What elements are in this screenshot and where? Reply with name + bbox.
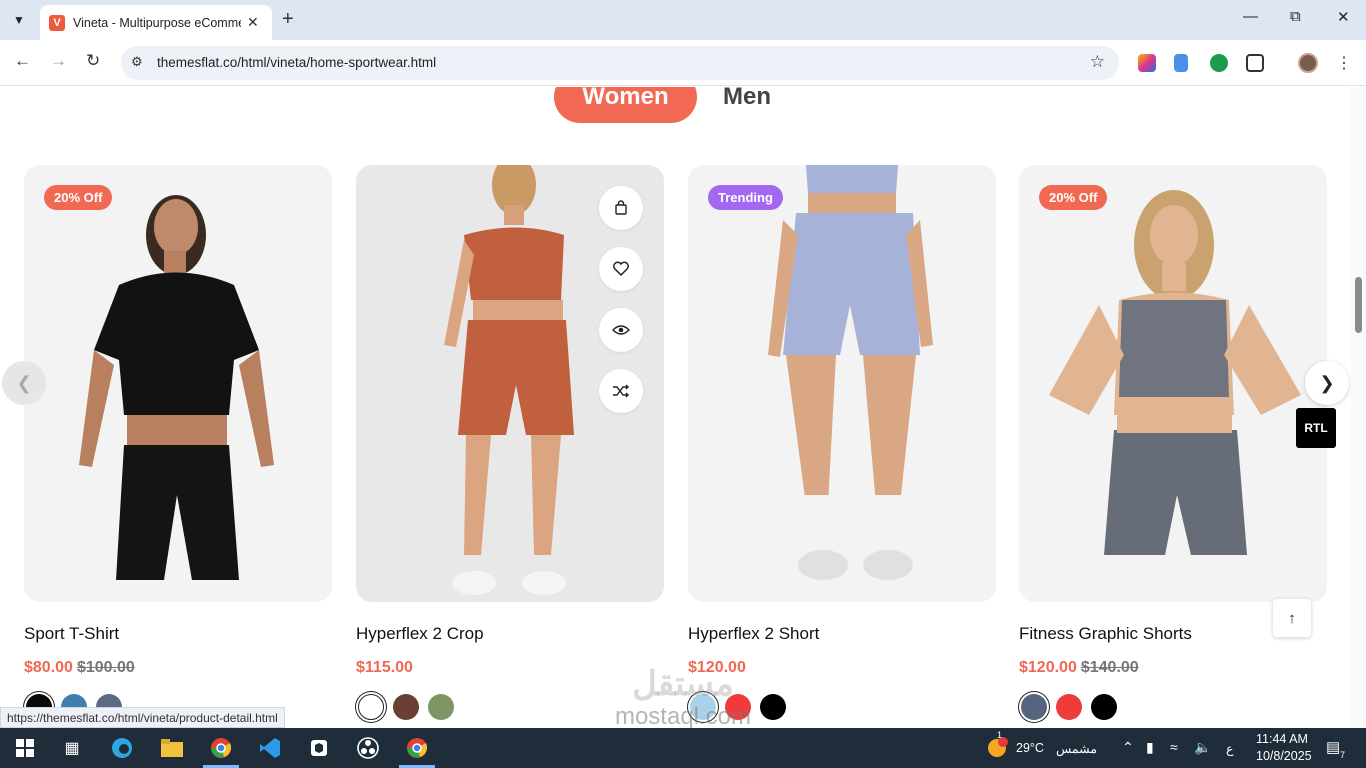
task-view-icon[interactable]: ▦	[60, 736, 84, 760]
edge-browser-icon[interactable]	[110, 736, 134, 760]
notification-count: 7	[1340, 750, 1346, 760]
site-settings-icon[interactable]: ⚙	[131, 54, 143, 70]
watermark-arabic: مستقل	[632, 665, 734, 703]
color-swatches	[1021, 694, 1126, 720]
product-name[interactable]: Hyperflex 2 Short	[688, 624, 819, 644]
page-viewport: Women Men 20% Off Trending 20% Off Sport…	[0, 87, 1366, 728]
color-swatch[interactable]	[1021, 694, 1047, 720]
app-cube-icon[interactable]	[307, 736, 331, 760]
carousel-next-icon[interactable]: ❯	[1305, 361, 1349, 405]
clock-date[interactable]: 10/8/2025	[1256, 749, 1312, 763]
tab-title: Vineta - Multipurpose eComme	[73, 15, 241, 30]
discount-badge: 20% Off	[44, 185, 113, 210]
windows-taskbar: ▦ 1 29°C مشمس ⌃ ▮ ≈ 🔈 ع 11:44 AM 10/8/20…	[0, 728, 1366, 768]
file-explorer-icon[interactable]	[160, 736, 184, 760]
old-price: $100.00	[76, 659, 135, 676]
bookmark-star-icon[interactable]: ☆	[1090, 52, 1105, 72]
quick-actions	[599, 186, 643, 430]
watermark: مستقل mostaql.com	[598, 665, 768, 731]
product-card[interactable]: 20% Off	[1019, 165, 1327, 602]
color-swatch[interactable]	[1056, 694, 1082, 720]
new-tab-icon[interactable]: +	[282, 8, 294, 31]
quick-view-eye-icon[interactable]	[599, 308, 643, 352]
temperature[interactable]: 29°C	[1016, 741, 1044, 755]
product-image	[79, 195, 274, 580]
add-to-cart-bag-icon[interactable]	[599, 186, 643, 230]
weather-alert-count: 1	[997, 730, 1003, 740]
trending-badge: Trending	[708, 185, 783, 210]
notification-icon[interactable]: ▤	[1326, 738, 1340, 756]
product-card[interactable]: 20% Off	[24, 165, 332, 602]
chevron-up-icon[interactable]: ⌃	[1122, 739, 1134, 756]
vscode-icon[interactable]	[258, 736, 282, 760]
tab-men[interactable]: Men	[712, 87, 782, 123]
current-price: $115.00	[356, 659, 413, 676]
profile-avatar[interactable]	[1298, 53, 1318, 73]
grammarly-icon[interactable]	[1210, 54, 1228, 72]
page-scrollbar[interactable]	[1351, 87, 1366, 728]
input-language[interactable]: ع	[1226, 741, 1233, 756]
obs-icon[interactable]	[356, 736, 380, 760]
battery-icon[interactable]: ▮	[1146, 739, 1154, 756]
windows-start-icon[interactable]	[13, 736, 37, 760]
chrome-icon[interactable]	[209, 736, 233, 760]
weather-condition[interactable]: مشمس	[1056, 741, 1097, 756]
browser-tab[interactable]: V Vineta - Multipurpose eComme ✕	[40, 5, 272, 40]
clock-time[interactable]: 11:44 AM	[1256, 732, 1308, 746]
color-swatch[interactable]	[393, 694, 419, 720]
site-favicon-icon: V	[49, 14, 65, 31]
old-price: $140.00	[1080, 659, 1139, 676]
current-price: $120.00	[1019, 659, 1077, 676]
minimize-icon[interactable]: —	[1243, 8, 1258, 25]
forward-icon[interactable]: →	[50, 51, 67, 71]
color-swatch[interactable]	[1091, 694, 1117, 720]
carousel-prev-icon[interactable]: ❮	[2, 361, 46, 405]
speaker-icon[interactable]: 🔈	[1194, 739, 1211, 756]
tab-close-icon[interactable]: ✕	[247, 14, 259, 31]
back-icon[interactable]: ←	[14, 51, 31, 71]
tab-search-chevron-icon[interactable]: ▼	[6, 7, 32, 33]
compare-shuffle-icon[interactable]	[599, 369, 643, 413]
browser-tab-strip: ▼ V Vineta - Multipurpose eComme ✕ + — ⧉…	[0, 0, 1366, 40]
current-price: $80.00	[24, 659, 73, 676]
window-close-icon[interactable]: ✕	[1337, 8, 1350, 26]
restore-icon[interactable]: ⧉	[1290, 8, 1301, 25]
product-name[interactable]: Hyperflex 2 Crop	[356, 624, 484, 644]
tab-women[interactable]: Women	[554, 87, 697, 123]
extension-colorful-icon[interactable]	[1138, 54, 1156, 72]
back-to-top-arrow-icon[interactable]: ↑	[1273, 599, 1311, 637]
browser-menu-icon[interactable]: ⋮	[1336, 53, 1352, 73]
product-price: $80.00 $100.00	[24, 659, 135, 677]
chrome-profile-icon[interactable]	[405, 736, 429, 760]
wifi-icon[interactable]: ≈	[1170, 739, 1178, 755]
product-card[interactable]: Trending	[688, 165, 996, 602]
product-image	[768, 165, 933, 580]
color-swatches	[358, 694, 463, 720]
discount-badge: 20% Off	[1039, 185, 1108, 210]
reload-icon[interactable]: ↻	[86, 51, 100, 71]
url-text[interactable]: themesflat.co/html/vineta/home-sportwear…	[157, 55, 436, 70]
rtl-toggle-button[interactable]: RTL	[1296, 408, 1336, 448]
wishlist-heart-icon[interactable]	[599, 247, 643, 291]
link-status-bubble: https://themesflat.co/html/vineta/produc…	[0, 707, 285, 728]
product-price: $115.00	[356, 659, 413, 677]
omnibox[interactable]: ⚙ themesflat.co/html/vineta/home-sportwe…	[121, 46, 1119, 80]
extension-document-icon[interactable]	[1174, 54, 1188, 72]
product-name[interactable]: Sport T-Shirt	[24, 624, 119, 644]
extensions-puzzle-icon[interactable]	[1246, 54, 1264, 72]
address-bar-row: ← → ↻ ⚙ themesflat.co/html/vineta/home-s…	[0, 40, 1366, 86]
color-swatch[interactable]	[428, 694, 454, 720]
product-image	[1049, 190, 1301, 555]
scrollbar-thumb[interactable]	[1355, 277, 1362, 333]
watermark-latin: mostaql.com	[614, 703, 752, 730]
product-card[interactable]	[356, 165, 664, 602]
color-swatch[interactable]	[358, 694, 384, 720]
product-price: $120.00 $140.00	[1019, 659, 1139, 677]
product-name[interactable]: Fitness Graphic Shorts	[1019, 624, 1192, 644]
